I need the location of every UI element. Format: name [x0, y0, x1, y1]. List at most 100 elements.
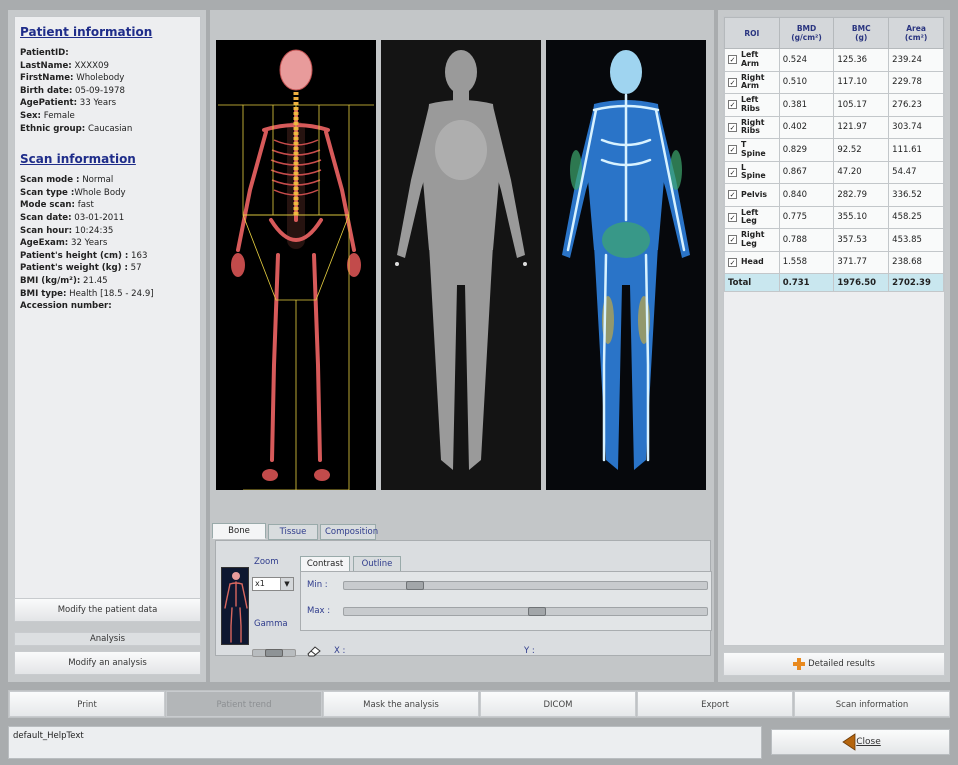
min-slider-knob[interactable] — [406, 581, 425, 590]
gamma-label: Gamma — [254, 619, 288, 629]
area-cell: 238.68 — [888, 250, 944, 274]
patient-info-key: AgePatient: — [20, 98, 78, 109]
patient-info-key: Birth date: — [20, 85, 73, 96]
detailed-results-button[interactable]: Detailed results — [723, 652, 945, 676]
scan-info-line: Mode scan: fast — [20, 199, 195, 212]
zoom-label: Zoom — [254, 557, 279, 567]
roi-checkbox[interactable]: ✓ — [728, 55, 737, 65]
tab-contrast[interactable]: Contrast — [300, 556, 350, 572]
patient-trend-button[interactable]: Patient trend — [166, 691, 322, 717]
gamma-slider-knob[interactable] — [265, 649, 283, 657]
tab-composition[interactable]: Composition — [320, 524, 378, 540]
roi-checkbox[interactable]: ✓ — [728, 190, 737, 200]
patient-info-key: Ethnic group: — [20, 123, 86, 134]
scan-information-button[interactable]: Scan information — [794, 691, 950, 717]
close-button[interactable]: Close — [771, 729, 950, 755]
roi-checkbox[interactable]: ✓ — [728, 77, 737, 87]
bmc-cell: 47.20 — [833, 160, 890, 184]
bmd-cell: 0.867 — [778, 160, 835, 184]
tab-bone-image[interactable]: Bone image — [212, 523, 266, 550]
scan-info-value: 10:24:35 — [72, 225, 114, 236]
modify-patient-button[interactable]: Modify the patient data — [14, 598, 201, 622]
scan-info-list: Scan mode : Normal Scan type :Whole Body M… — [20, 174, 195, 313]
chevron-down-icon[interactable]: ▼ — [280, 578, 293, 590]
table-row[interactable]: ✓ Left Leg 0.775 355.10 458.25 — [724, 205, 944, 229]
bmc-cell: 121.97 — [833, 115, 890, 139]
scan-info-line: Scan mode : Normal — [20, 174, 195, 187]
table-row[interactable]: ✓ Head 1.558 371.77 238.68 — [724, 250, 944, 274]
table-row[interactable]: ✓ Left Arm 0.524 125.36 239.24 — [724, 48, 944, 72]
roi-checkbox[interactable]: ✓ — [728, 235, 737, 245]
table-row[interactable]: ✓ L Spine 0.867 47.20 54.47 — [724, 160, 944, 184]
tab-tissue[interactable]: Tissue — [268, 524, 318, 540]
bmd-cell: 0.775 — [778, 205, 835, 229]
area-cell: 453.85 — [888, 228, 944, 252]
tab-outline[interactable]: Outline — [353, 556, 401, 572]
patient-info-list: PatientID: LastName: XXXX09 FirstName: Who… — [20, 47, 195, 135]
patient-info-value: Female — [41, 110, 75, 121]
results-table: ROI BMD (g/cm²) BMC (g) Area (cm²) ✓ Left… — [724, 17, 944, 292]
x-coordinate-label: X : — [334, 646, 346, 656]
area-cell: 458.25 — [888, 205, 944, 229]
bone-scan-image[interactable] — [216, 40, 376, 490]
table-header-row: ROI BMD (g/cm²) BMC (g) Area (cm²) — [724, 17, 944, 49]
table-row[interactable]: ✓ Pelvis 0.840 282.79 336.52 — [724, 183, 944, 207]
roi-name: Head — [741, 257, 764, 266]
min-label: Min : — [307, 580, 328, 590]
header-area: Area (cm²) — [888, 17, 944, 49]
print-button[interactable]: Print — [9, 691, 165, 717]
table-row[interactable]: ✓ Right Arm 0.510 117.10 229.78 — [724, 70, 944, 94]
patient-info-line: PatientID: — [20, 47, 195, 60]
roi-checkbox[interactable]: ✓ — [728, 257, 737, 267]
bmc-cell: 92.52 — [833, 138, 890, 162]
tissue-scan-image[interactable] — [381, 40, 541, 490]
scan-info-line: Scan date: 03-01-2011 — [20, 212, 195, 225]
table-row[interactable]: ✓ Right Leg 0.788 357.53 453.85 — [724, 228, 944, 252]
export-button[interactable]: Export — [637, 691, 793, 717]
eraser-icon[interactable] — [306, 645, 322, 657]
patient-info-line: AgePatient: 33 Years — [20, 97, 195, 110]
min-slider[interactable] — [343, 581, 708, 590]
roi-checkbox[interactable]: ✓ — [728, 122, 737, 132]
patient-info-key: LastName: — [20, 60, 72, 71]
roi-checkbox[interactable]: ✓ — [728, 212, 737, 222]
scan-info-key: BMI type: — [20, 288, 67, 299]
roi-checkbox[interactable]: ✓ — [728, 145, 737, 155]
roi-cell: ✓ T Spine — [724, 138, 780, 162]
roi-checkbox[interactable]: ✓ — [728, 100, 737, 110]
header-bmd: BMD (g/cm²) — [778, 17, 835, 49]
results-area: ROI BMD (g/cm²) BMC (g) Area (cm²) ✓ Left… — [723, 16, 945, 646]
zoom-select[interactable]: x1 ▼ — [252, 577, 294, 591]
bmd-cell: 0.381 — [778, 93, 835, 117]
close-label: Close — [856, 737, 881, 747]
bmc-cell: 125.36 — [833, 48, 890, 72]
bmc-cell: 117.10 — [833, 70, 890, 94]
scan-info-value: fast — [75, 200, 94, 211]
max-slider-knob[interactable] — [527, 607, 546, 616]
roi-checkbox[interactable]: ✓ — [728, 167, 737, 177]
gamma-slider[interactable] — [252, 649, 296, 657]
table-row[interactable]: ✓ Right Ribs 0.402 121.97 303.74 — [724, 115, 944, 139]
area-cell: 276.23 — [888, 93, 944, 117]
area-cell: 111.61 — [888, 138, 944, 162]
modify-analysis-button[interactable]: Modify an analysis — [14, 651, 201, 675]
roi-cell: ✓ Pelvis — [724, 183, 780, 207]
dicom-button[interactable]: DICOM — [480, 691, 636, 717]
area-cell: 239.24 — [888, 48, 944, 72]
help-text: default_HelpText — [13, 731, 84, 741]
mask-analysis-button[interactable]: Mask the analysis — [323, 691, 479, 717]
table-row[interactable]: ✓ Left Ribs 0.381 105.17 276.23 — [724, 93, 944, 117]
composition-scan-image[interactable] — [546, 40, 706, 490]
roi-cell: ✓ Right Leg — [724, 228, 780, 252]
scan-info-value: Whole Body — [74, 187, 126, 198]
max-slider[interactable] — [343, 607, 708, 616]
info-box: Patient information PatientID: LastName: … — [14, 16, 201, 600]
scan-info-line: BMI (kg/m²): 21.45 — [20, 275, 195, 288]
roi-cell: ✓ Head — [724, 250, 780, 274]
bmc-cell: 282.79 — [833, 183, 890, 207]
scan-info-key: Patient's height (cm) : — [20, 250, 129, 261]
total-bmd-cell: 0.731 — [778, 273, 835, 292]
scan-info-line: BMI type: Health [18.5 - 24.9] — [20, 288, 195, 301]
scan-info-value: Normal — [79, 175, 114, 186]
table-row[interactable]: ✓ T Spine 0.829 92.52 111.61 — [724, 138, 944, 162]
